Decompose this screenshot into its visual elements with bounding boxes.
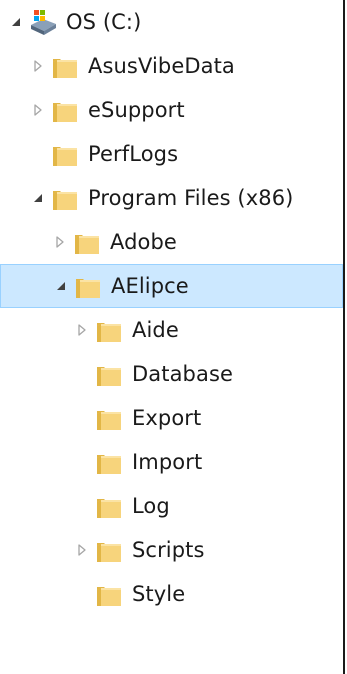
tree-item-label: Import — [132, 450, 203, 474]
folder-icon — [94, 579, 124, 609]
drive-icon — [28, 7, 58, 37]
collapsed-arrow-icon[interactable] — [31, 103, 45, 117]
collapsed-arrow-icon[interactable] — [75, 323, 89, 337]
folder-icon — [50, 183, 80, 213]
expanded-arrow-icon[interactable] — [9, 15, 23, 29]
tree-item-label: OS (C:) — [66, 10, 142, 34]
folder-icon — [73, 271, 103, 301]
tree-item-perflogs[interactable]: PerfLogs — [0, 132, 343, 176]
tree-item-label: AsusVibeData — [88, 54, 235, 78]
tree-item-label: Export — [132, 406, 202, 430]
tree-item-export[interactable]: Export — [0, 396, 343, 440]
tree-item-aide[interactable]: Aide — [0, 308, 343, 352]
tree-item-aelipce[interactable]: AElipce — [0, 264, 343, 308]
tree-item-os-c[interactable]: OS (C:) — [0, 0, 343, 44]
collapsed-arrow-icon[interactable] — [53, 235, 67, 249]
tree-item-database[interactable]: Database — [0, 352, 343, 396]
navigation-pane: OS (C:) AsusVibeData eSupport PerfLogs P… — [0, 0, 345, 674]
tree-item-label: PerfLogs — [88, 142, 179, 166]
expanded-arrow-icon[interactable] — [54, 279, 68, 293]
folder-icon — [94, 447, 124, 477]
tree-item-esupport[interactable]: eSupport — [0, 88, 343, 132]
tree-item-adobe[interactable]: Adobe — [0, 220, 343, 264]
folder-icon — [50, 139, 80, 169]
tree-item-label: Program Files (x86) — [88, 186, 294, 210]
tree-item-label: Adobe — [110, 230, 177, 254]
tree-item-log[interactable]: Log — [0, 484, 343, 528]
folder-icon — [50, 51, 80, 81]
folder-icon — [94, 535, 124, 565]
folder-icon — [72, 227, 102, 257]
tree-item-label: Scripts — [132, 538, 205, 562]
tree-item-label: AElipce — [111, 274, 189, 298]
collapsed-arrow-icon[interactable] — [31, 59, 45, 73]
folder-icon — [94, 315, 124, 345]
tree-item-label: Log — [132, 494, 170, 518]
folder-icon — [94, 491, 124, 521]
tree-item-label: Style — [132, 582, 186, 606]
tree-item-label: Database — [132, 362, 234, 386]
tree-item-label: eSupport — [88, 98, 185, 122]
tree-item-label: Aide — [132, 318, 179, 342]
folder-icon — [94, 403, 124, 433]
folder-icon — [50, 95, 80, 125]
folder-icon — [94, 359, 124, 389]
tree-item-asusvibedata[interactable]: AsusVibeData — [0, 44, 343, 88]
tree-item-style[interactable]: Style — [0, 572, 343, 616]
tree-item-import[interactable]: Import — [0, 440, 343, 484]
tree-item-program-files-x86[interactable]: Program Files (x86) — [0, 176, 343, 220]
collapsed-arrow-icon[interactable] — [75, 543, 89, 557]
tree-item-scripts[interactable]: Scripts — [0, 528, 343, 572]
expanded-arrow-icon[interactable] — [31, 191, 45, 205]
